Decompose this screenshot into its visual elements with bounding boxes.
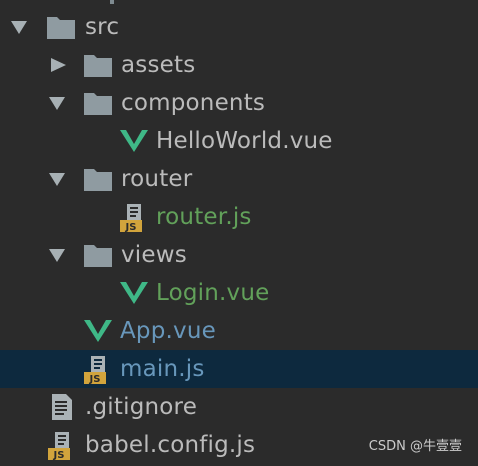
tree-item-label: assets xyxy=(121,52,196,78)
partial-row-above xyxy=(110,0,114,4)
folder-icon xyxy=(84,245,112,267)
tree-item-router-js[interactable]: JS router.js xyxy=(0,198,478,236)
tree-item-label: .gitignore xyxy=(85,394,198,420)
chevron-down-icon[interactable] xyxy=(48,247,66,263)
tree-item-label: main.js xyxy=(120,356,205,382)
vue-file-icon xyxy=(120,282,148,304)
tree-item-gitignore[interactable]: .gitignore xyxy=(0,388,478,426)
tree-item-src[interactable]: src xyxy=(0,8,478,46)
tree-item-login-vue[interactable]: Login.vue xyxy=(0,274,478,312)
tree-item-router-folder[interactable]: router xyxy=(0,160,478,198)
svg-text:JS: JS xyxy=(89,374,101,385)
chevron-down-icon[interactable] xyxy=(10,19,28,35)
tree-item-label: src xyxy=(85,14,120,40)
tree-item-label: views xyxy=(121,242,187,268)
tree-item-label: babel.config.js xyxy=(85,432,256,458)
js-file-icon: JS xyxy=(84,356,106,385)
js-file-icon: JS xyxy=(48,432,70,461)
folder-icon xyxy=(84,169,112,191)
folder-icon xyxy=(84,93,112,115)
tree-item-views[interactable]: views xyxy=(0,236,478,274)
chevron-down-icon[interactable] xyxy=(48,171,66,187)
project-tree: src assets components HelloWorld.vue rou… xyxy=(0,0,478,466)
tree-item-label: HelloWorld.vue xyxy=(156,128,333,154)
tree-item-helloworld-vue[interactable]: HelloWorld.vue xyxy=(0,122,478,160)
folder-icon xyxy=(47,17,75,39)
vue-file-icon xyxy=(84,320,112,342)
tree-item-label: Login.vue xyxy=(156,280,270,306)
tree-item-app-vue[interactable]: App.vue xyxy=(0,312,478,350)
tree-item-main-js[interactable]: JS main.js xyxy=(0,350,478,388)
tree-item-label: components xyxy=(121,90,266,116)
chevron-right-icon[interactable] xyxy=(49,57,67,73)
chevron-down-icon[interactable] xyxy=(48,95,66,111)
tree-item-label: router xyxy=(121,166,193,192)
folder-icon xyxy=(84,55,112,77)
vue-file-icon xyxy=(120,130,148,152)
tree-item-label: App.vue xyxy=(120,318,216,344)
svg-text:JS: JS xyxy=(53,450,65,461)
tree-item-label: router.js xyxy=(156,204,252,230)
js-file-icon: JS xyxy=(120,204,142,233)
svg-text:JS: JS xyxy=(125,222,137,233)
text-file-icon xyxy=(52,394,72,420)
tree-item-components[interactable]: components xyxy=(0,84,478,122)
watermark: CSDN @牛壹壹 xyxy=(368,439,462,454)
tree-item-assets[interactable]: assets xyxy=(0,46,478,84)
